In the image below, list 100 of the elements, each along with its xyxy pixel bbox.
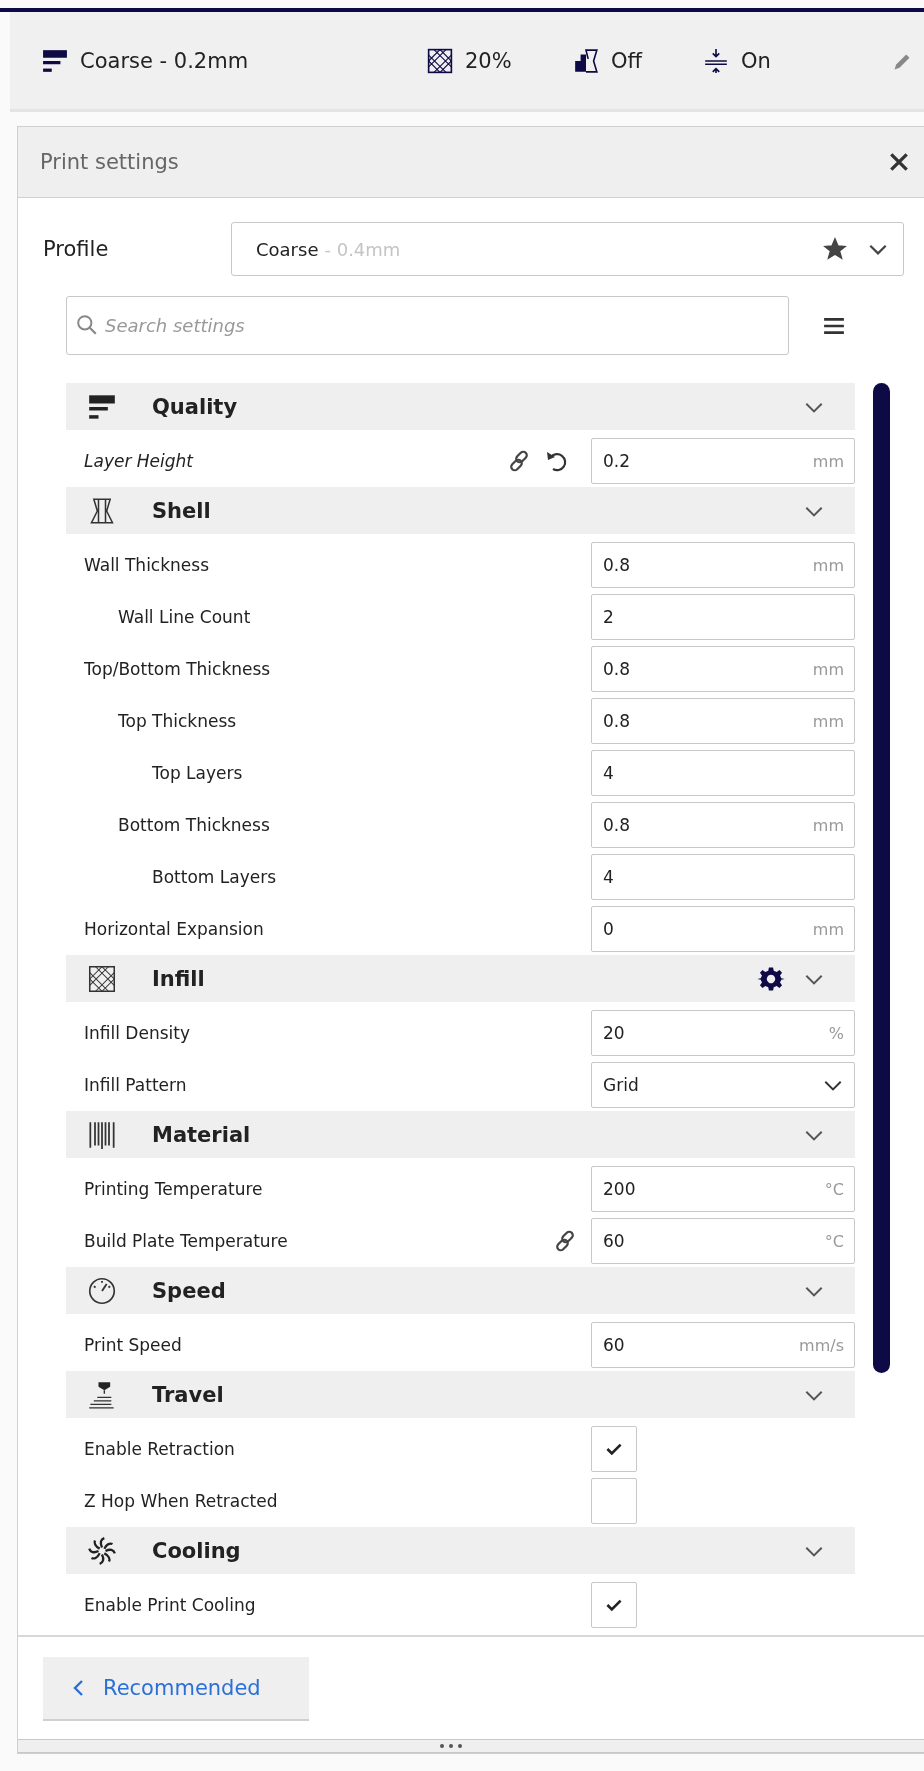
field-unit: °C	[824, 1179, 844, 1199]
setting-label: Wall Thickness	[84, 555, 209, 575]
value-field[interactable]: 0 mm	[591, 906, 855, 952]
value-field[interactable]: 60 °C	[591, 1218, 855, 1264]
setting-summary: Coarse - 0.2mm	[80, 48, 249, 73]
field-value: 0.2	[603, 451, 631, 471]
field-value: 0.8	[603, 659, 631, 679]
fan-icon	[88, 1536, 116, 1565]
field-value: 2	[603, 607, 614, 627]
setting-label: Wall Line Count	[118, 607, 251, 627]
star-icon[interactable]	[823, 237, 847, 261]
field-value: 200	[603, 1179, 636, 1199]
field-unit: mm	[812, 659, 844, 679]
value-field[interactable]: 0.8 mm	[591, 542, 855, 588]
dots-icon	[439, 1743, 463, 1749]
value-field[interactable]: 4	[591, 750, 855, 796]
resize-handle[interactable]	[18, 1739, 924, 1753]
value-field[interactable]: 0.8 mm	[591, 646, 855, 692]
support-icon	[573, 47, 599, 74]
field-value: 4	[603, 867, 614, 887]
field-unit: °C	[824, 1231, 844, 1251]
search-field[interactable]: Search settings	[66, 296, 789, 355]
value-field[interactable]: 60 mm/s	[591, 1322, 855, 1368]
shell-icon	[88, 496, 116, 525]
value-field[interactable]: 0.8 mm	[591, 698, 855, 744]
value-field[interactable]: 20 %	[591, 1010, 855, 1056]
field-value: 60	[603, 1231, 625, 1251]
setting-label: Top Thickness	[118, 711, 237, 731]
field-value: 0	[603, 919, 614, 939]
gauge-icon	[88, 1276, 116, 1305]
layers-icon	[42, 47, 68, 74]
layers-icon	[88, 392, 116, 421]
nozzle-icon	[88, 1380, 116, 1409]
field-unit: mm	[812, 711, 844, 731]
category-header[interactable]: Material	[66, 1111, 855, 1158]
field-unit: mm	[812, 451, 844, 471]
category-header[interactable]: Travel	[66, 1371, 855, 1418]
setting-label: Printing Temperature	[84, 1179, 263, 1199]
setting-summary: 20%	[465, 48, 512, 73]
setting-label: Bottom Thickness	[118, 815, 270, 835]
category-title: Travel	[152, 1382, 224, 1407]
infill-icon	[88, 964, 116, 993]
setting-label: Build Plate Temperature	[84, 1231, 288, 1251]
reset-icon[interactable]	[545, 449, 569, 473]
field-value: 4	[603, 763, 614, 783]
checkbox[interactable]	[591, 1582, 637, 1628]
profile-name: Coarse	[256, 238, 319, 260]
checkbox[interactable]	[591, 1478, 637, 1524]
setting-label: Print Speed	[84, 1335, 182, 1355]
value-field[interactable]: 4	[591, 854, 855, 900]
category-header[interactable]: Quality	[66, 383, 855, 430]
search-icon	[76, 314, 98, 336]
checkbox[interactable]	[591, 1426, 637, 1472]
category-title: Infill	[152, 966, 205, 991]
category-header[interactable]: Cooling	[66, 1527, 855, 1574]
setting-label: Enable Retraction	[84, 1439, 235, 1459]
profile-label: Profile	[43, 237, 110, 261]
value-field[interactable]: 2	[591, 594, 855, 640]
setting-label: Top Layers	[152, 763, 243, 783]
field-value: 0.8	[603, 555, 631, 575]
category-header[interactable]: Shell	[66, 487, 855, 534]
field-value: 60	[603, 1335, 625, 1355]
value-field[interactable]: 200 °C	[591, 1166, 855, 1212]
infill-icon	[427, 47, 453, 74]
setting-label: Bottom Layers	[152, 867, 276, 887]
field-value: 0.8	[603, 711, 631, 731]
category-header[interactable]: Speed	[66, 1267, 855, 1314]
dropdown-value: Grid	[603, 1075, 639, 1095]
field-value: 0.8	[603, 815, 631, 835]
settings-icon[interactable]	[757, 964, 785, 993]
material-icon	[88, 1120, 116, 1149]
setting-label: Infill Density	[84, 1023, 190, 1043]
setting-label: Layer Height	[84, 451, 193, 471]
setting-label: Horizontal Expansion	[84, 919, 264, 939]
pencil-icon[interactable]	[892, 52, 912, 72]
setting-label: Enable Print Cooling	[84, 1595, 256, 1615]
field-unit: mm	[812, 555, 844, 575]
close-icon[interactable]	[888, 151, 910, 173]
setting-label: Top/Bottom Thickness	[84, 659, 271, 679]
setting-label: Z Hop When Retracted	[84, 1491, 278, 1511]
field-unit: %	[828, 1023, 844, 1043]
recommended-button[interactable]: Recommended	[43, 1657, 309, 1719]
value-field[interactable]: 0.2 mm	[591, 438, 855, 484]
profile-detail: - 0.4mm	[324, 238, 401, 260]
setting-label: Infill Pattern	[84, 1075, 187, 1095]
field-unit: mm	[812, 919, 844, 939]
category-header[interactable]: Infill	[66, 955, 855, 1002]
category-title: Material	[152, 1122, 251, 1147]
value-field[interactable]: 0.8 mm	[591, 802, 855, 848]
scrollbar[interactable]	[873, 383, 890, 1373]
category-title: Speed	[152, 1278, 226, 1303]
category-title: Quality	[152, 394, 238, 419]
field-value: 20	[603, 1023, 625, 1043]
setting-summary: Off	[611, 48, 642, 73]
profile-dropdown[interactable]: Coarse - 0.4mm	[231, 222, 904, 276]
field-unit: mm/s	[799, 1335, 844, 1355]
pattern-dropdown[interactable]: Grid	[591, 1062, 855, 1108]
adhesion-icon	[703, 47, 729, 74]
category-title: Cooling	[152, 1538, 241, 1563]
panel-title: Print settings	[40, 150, 179, 174]
